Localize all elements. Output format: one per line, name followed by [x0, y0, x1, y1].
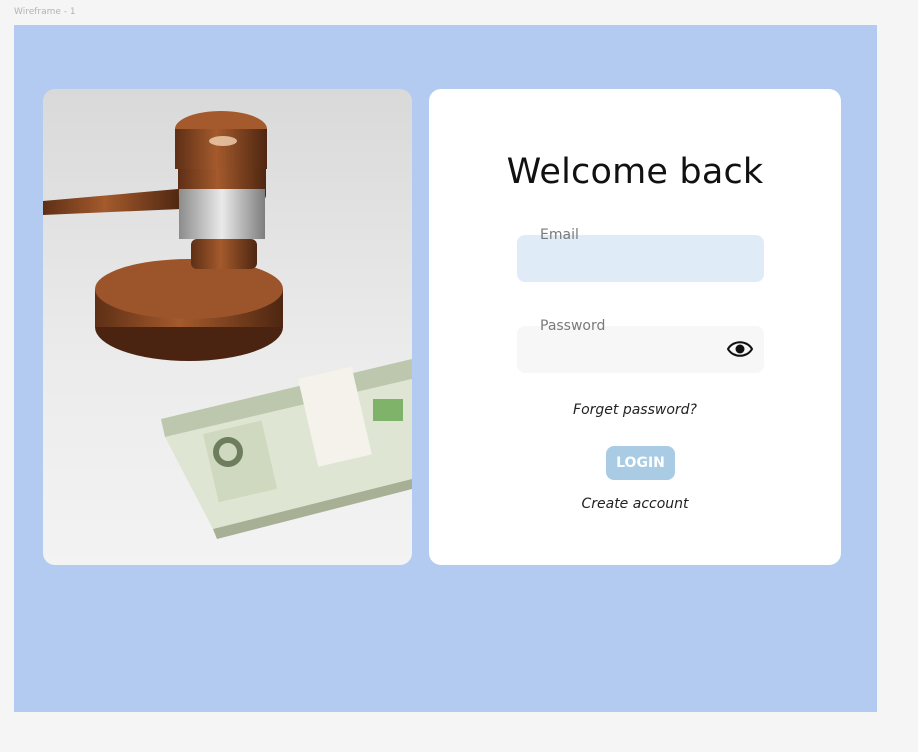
forgot-password-link[interactable]: Forget password? — [429, 402, 841, 418]
page-title: Welcome back — [506, 152, 764, 192]
gavel-money-illustration — [43, 111, 412, 539]
login-card: Welcome back Email Password Forget passw… — [429, 89, 841, 565]
password-label: Password — [540, 318, 606, 334]
email-label: Email — [540, 227, 579, 243]
create-account-link[interactable]: Create account — [429, 496, 841, 512]
login-button[interactable]: LOGIN — [606, 446, 675, 480]
eye-icon[interactable] — [726, 337, 754, 361]
hero-image — [43, 89, 412, 565]
frame-label: Wireframe - 1 — [14, 7, 76, 17]
wireframe-frame: Welcome back Email Password Forget passw… — [14, 25, 877, 712]
